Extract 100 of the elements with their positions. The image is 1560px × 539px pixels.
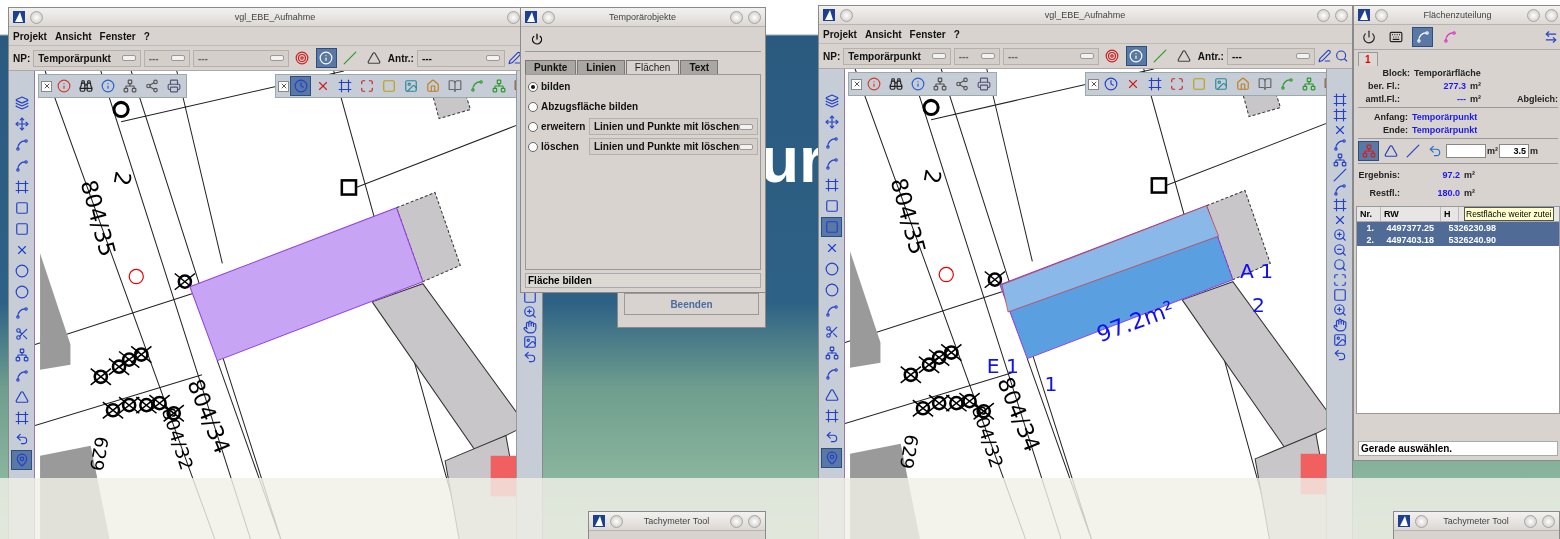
area-input[interactable]	[1446, 144, 1486, 158]
field-label: amtl.Fl.:	[1364, 93, 1400, 104]
app-logo-icon	[525, 11, 537, 23]
field-value: Temporärfläche	[1414, 67, 1481, 78]
window-button-icon[interactable]	[1375, 8, 1388, 22]
dropdown[interactable]: ---	[953, 47, 1000, 65]
quit-button[interactable]: Beenden	[624, 293, 759, 315]
dropdown[interactable]: ---	[192, 49, 289, 67]
maximize-icon	[1169, 77, 1184, 91]
hand-icon	[522, 320, 537, 334]
maximize-icon[interactable]	[1542, 514, 1555, 528]
frame-icon	[1147, 77, 1162, 91]
circle-icon	[14, 264, 29, 278]
radio-button[interactable]	[528, 101, 538, 112]
square-icon	[14, 201, 29, 215]
line-icon	[1332, 168, 1347, 182]
menu-item[interactable]: Projekt	[13, 30, 47, 42]
length-input[interactable]: 3.5	[1499, 144, 1529, 158]
point-type-dropdown[interactable]: Temporärpunkt	[33, 49, 141, 67]
dropdown[interactable]: Linien und Punkte mit löschen	[589, 138, 758, 155]
book-icon	[447, 79, 462, 93]
tab[interactable]: Linien	[577, 60, 625, 74]
minimize-icon[interactable]	[1524, 514, 1537, 528]
menu-item[interactable]: Ansicht	[864, 28, 902, 40]
undo-icon	[522, 350, 537, 364]
triangle-icon	[1383, 144, 1398, 158]
clock-icon	[293, 79, 308, 93]
maximize-icon[interactable]	[748, 10, 761, 24]
field-label: Ergebnis:	[1358, 170, 1400, 180]
tool-button[interactable]	[315, 48, 337, 68]
window-button-icon[interactable]	[840, 8, 853, 22]
maximize-icon[interactable]	[1335, 8, 1348, 22]
close-icon[interactable]	[851, 78, 862, 90]
minimize-icon[interactable]	[507, 10, 520, 24]
radio-button[interactable]	[528, 141, 538, 152]
column-header[interactable]: H	[1441, 207, 1459, 221]
dropdown[interactable]: ---	[143, 49, 190, 67]
zoom-in-icon	[1332, 228, 1347, 242]
tool-button[interactable]	[1412, 27, 1433, 47]
binoculars-icon	[888, 77, 903, 91]
table-cell-text: 4497403.18	[1385, 234, 1435, 246]
dropdown[interactable]: Linien und Punkte mit löschen	[589, 118, 758, 135]
close-icon[interactable]	[278, 80, 289, 92]
radio-button[interactable]	[528, 81, 538, 92]
menu-item[interactable]: Ansicht	[54, 30, 92, 42]
window-button-icon[interactable]	[610, 514, 623, 528]
undo-icon	[1332, 348, 1347, 362]
tab[interactable]: Flächen	[625, 60, 680, 74]
field-label: Block:	[1381, 67, 1410, 78]
layers-icon	[824, 94, 839, 108]
app-logo-icon	[1358, 9, 1370, 21]
table-row[interactable]: 2. 4497403.18 5326240.90	[1357, 234, 1559, 246]
tab[interactable]: Text	[680, 60, 719, 74]
table-row[interactable]: 1. 4497377.25 5326230.98	[1357, 222, 1559, 234]
menu-item[interactable]: Fenster	[909, 28, 946, 40]
spline-icon	[469, 79, 484, 93]
minimize-icon[interactable]	[730, 514, 743, 528]
info-icon	[319, 51, 334, 65]
parcel-label: 629	[85, 434, 113, 473]
printer-icon	[976, 77, 991, 91]
window-button-icon[interactable]	[542, 10, 555, 24]
maximize-icon[interactable]	[748, 514, 761, 528]
minimize-icon[interactable]	[1527, 8, 1540, 22]
table-cell-text: 1.	[1365, 222, 1375, 234]
square-icon	[1332, 288, 1347, 302]
option-label: erweitern	[541, 121, 586, 132]
tool-button[interactable]	[1125, 46, 1147, 66]
menu-item[interactable]: ?	[143, 30, 150, 42]
radio-button[interactable]	[528, 121, 538, 132]
point-label: E 1	[986, 353, 1019, 378]
maximize-icon[interactable]	[1545, 8, 1558, 22]
maximize-icon	[1332, 273, 1347, 287]
window-title: Flächenzuteilung	[1422, 10, 1493, 20]
network-icon	[932, 77, 947, 91]
column-header[interactable]: RW	[1381, 207, 1441, 221]
close-icon[interactable]	[1088, 78, 1099, 90]
field-label: Abgleich:	[1517, 93, 1558, 104]
menu-item[interactable]: Fenster	[99, 30, 136, 42]
option-label: löschen	[541, 141, 580, 152]
np-label: NP:	[13, 52, 31, 64]
hand-icon	[1332, 318, 1347, 332]
minimize-icon[interactable]	[730, 10, 743, 24]
minimize-icon[interactable]	[1317, 8, 1330, 22]
triangle-icon	[14, 390, 29, 404]
antr-dropdown[interactable]: ---	[1226, 47, 1316, 65]
close-icon[interactable]	[41, 80, 52, 92]
antr-dropdown[interactable]: ---	[416, 49, 506, 67]
spline-icon	[1332, 183, 1347, 197]
dropdown[interactable]: ---	[1002, 47, 1099, 65]
frame-icon	[1332, 108, 1347, 122]
power-icon[interactable]	[531, 33, 543, 45]
window-button-icon[interactable]	[30, 10, 43, 24]
window-button-icon[interactable]	[1415, 514, 1428, 528]
point-type-dropdown[interactable]: Temporärpunkt	[843, 47, 951, 65]
tab[interactable]: Punkte	[525, 60, 577, 74]
column-header[interactable]: Nr.	[1357, 207, 1381, 221]
menu-item[interactable]: ?	[953, 28, 960, 40]
menu-item[interactable]: Projekt	[823, 28, 857, 40]
line-icon	[1405, 144, 1420, 158]
spline-icon	[824, 157, 839, 171]
